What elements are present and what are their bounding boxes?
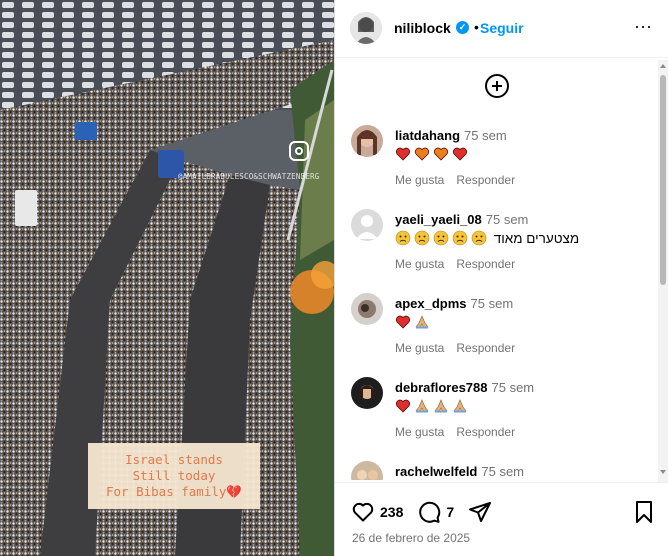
like-comment-button[interactable]: Me gusta	[395, 341, 444, 355]
plus-circle-icon[interactable]	[485, 74, 509, 98]
sad-face-icon	[433, 230, 449, 246]
comment-actions: Me gusta Responder	[395, 257, 527, 271]
caption-line-3: For Bibas family💔	[106, 484, 242, 499]
bookmark-icon[interactable]	[633, 500, 655, 524]
red-heart-icon	[395, 399, 411, 413]
post-date: 26 de febrero de 2025	[352, 531, 471, 545]
comment-item: rachelwelfeld 75 sem	[335, 446, 657, 480]
comment-emojis	[395, 314, 433, 330]
comment-actions: Me gusta Responder	[395, 173, 527, 187]
share-icon[interactable]	[468, 500, 492, 524]
comment-item: debraflores788 75 sem Me gusta Responder	[335, 362, 657, 446]
praying-hands-icon	[434, 399, 448, 413]
post-media[interactable]: @AMAILBRADULESCO&SCHWATZENBERG Israel st…	[0, 0, 334, 556]
orange-heart-icon	[414, 147, 430, 161]
comment-avatar[interactable]	[351, 125, 383, 157]
scrollbar-thumb[interactable]	[660, 75, 666, 285]
photo-credit: @AMAILBRADULESCO&SCHWATZENBERG	[178, 172, 320, 181]
red-heart-icon	[395, 147, 411, 161]
comment-username[interactable]: liatdahang 75 sem	[395, 128, 507, 143]
comments-count[interactable]: 7	[446, 504, 454, 520]
reply-button[interactable]: Responder	[456, 173, 515, 187]
comment-time: 75 sem	[485, 212, 529, 227]
comment-emojis: מצטערים מאוד	[395, 230, 579, 246]
comment-item: liatdahang 75 sem Me gusta Responder	[335, 110, 657, 194]
sad-face-icon	[395, 230, 411, 246]
post-header: niliblock ✓ • Seguir ···	[335, 0, 668, 58]
profile-avatar[interactable]	[350, 12, 382, 44]
red-heart-icon	[395, 315, 411, 329]
reply-button[interactable]: Responder	[456, 257, 515, 271]
sad-face-icon	[471, 230, 487, 246]
media-caption: Israel stands Still today For Bibas fami…	[88, 443, 260, 509]
default-avatar-icon	[351, 209, 383, 241]
comment-avatar[interactable]	[351, 293, 383, 325]
orange-heart-icon	[433, 147, 449, 161]
reply-button[interactable]: Responder	[456, 425, 515, 439]
heart-icon[interactable]	[351, 500, 375, 524]
comment-emojis	[395, 146, 471, 162]
comment-avatar[interactable]	[351, 209, 383, 241]
avatar-image	[351, 293, 383, 325]
comment-actions: Me gusta Responder	[395, 425, 527, 439]
post-username[interactable]: niliblock	[394, 20, 451, 36]
praying-hands-icon	[415, 399, 429, 413]
comment-time: 75 sem	[491, 380, 535, 395]
reply-button[interactable]: Responder	[456, 341, 515, 355]
comment-item: yaeli_yaeli_08 75 sem מצטערים מאוד Me gus…	[335, 194, 657, 278]
post-modal: @AMAILBRADULESCO&SCHWATZENBERG Israel st…	[0, 0, 668, 556]
post-side-panel: niliblock ✓ • Seguir ··· liatdahang 75 se…	[334, 0, 668, 556]
like-comment-button[interactable]: Me gusta	[395, 173, 444, 187]
likes-count[interactable]: 238	[380, 504, 403, 520]
comment-username[interactable]: debraflores788 75 sem	[395, 380, 534, 395]
comment-time: 75 sem	[464, 128, 507, 143]
comment-avatar[interactable]	[351, 461, 383, 480]
comment-time: 75 sem	[470, 296, 514, 311]
comment-username[interactable]: apex_dpms 75 sem	[395, 296, 513, 311]
post-footer: 238 7 26 de febrero de 2025	[335, 482, 668, 556]
separator-dot: •	[474, 19, 479, 35]
like-comment-button[interactable]: Me gusta	[395, 257, 444, 271]
comment-icon[interactable]	[417, 500, 441, 524]
sad-face-icon	[452, 230, 468, 246]
more-icon[interactable]: ···	[631, 16, 655, 40]
comment-emojis	[395, 398, 471, 414]
comment-list: liatdahang 75 sem Me gusta Responder yaeli…	[335, 110, 657, 480]
comment-username[interactable]: rachelwelfeld 75 sem	[395, 464, 524, 479]
verified-icon: ✓	[456, 21, 469, 34]
like-comment-button[interactable]: Me gusta	[395, 425, 444, 439]
comment-username[interactable]: yaeli_yaeli_08 75 sem	[395, 212, 528, 227]
instagram-icon	[289, 141, 309, 161]
caption-line-1: Israel stands	[125, 452, 223, 467]
comment-time: 75 sem	[481, 464, 525, 479]
avatar-image	[351, 125, 383, 157]
red-heart-icon	[452, 147, 468, 161]
action-bar: 238 7	[351, 499, 492, 525]
emoji-group	[395, 230, 490, 246]
praying-hands-icon	[453, 399, 467, 413]
scroll-down-arrow-icon[interactable]	[660, 470, 666, 474]
avatar-image	[351, 377, 383, 409]
avatar-image	[351, 461, 383, 480]
caption-line-2: Still today	[132, 468, 216, 483]
comment-avatar[interactable]	[351, 377, 383, 409]
comment-item: apex_dpms 75 sem Me gusta Responder	[335, 278, 657, 362]
comment-actions: Me gusta Responder	[395, 341, 527, 355]
avatar-image	[350, 12, 382, 44]
follow-button[interactable]: Seguir	[480, 20, 524, 36]
praying-hands-icon	[415, 315, 429, 329]
sad-face-icon	[414, 230, 430, 246]
comment-text: מצטערים מאוד	[493, 231, 580, 246]
scroll-up-arrow-icon[interactable]	[660, 64, 666, 68]
